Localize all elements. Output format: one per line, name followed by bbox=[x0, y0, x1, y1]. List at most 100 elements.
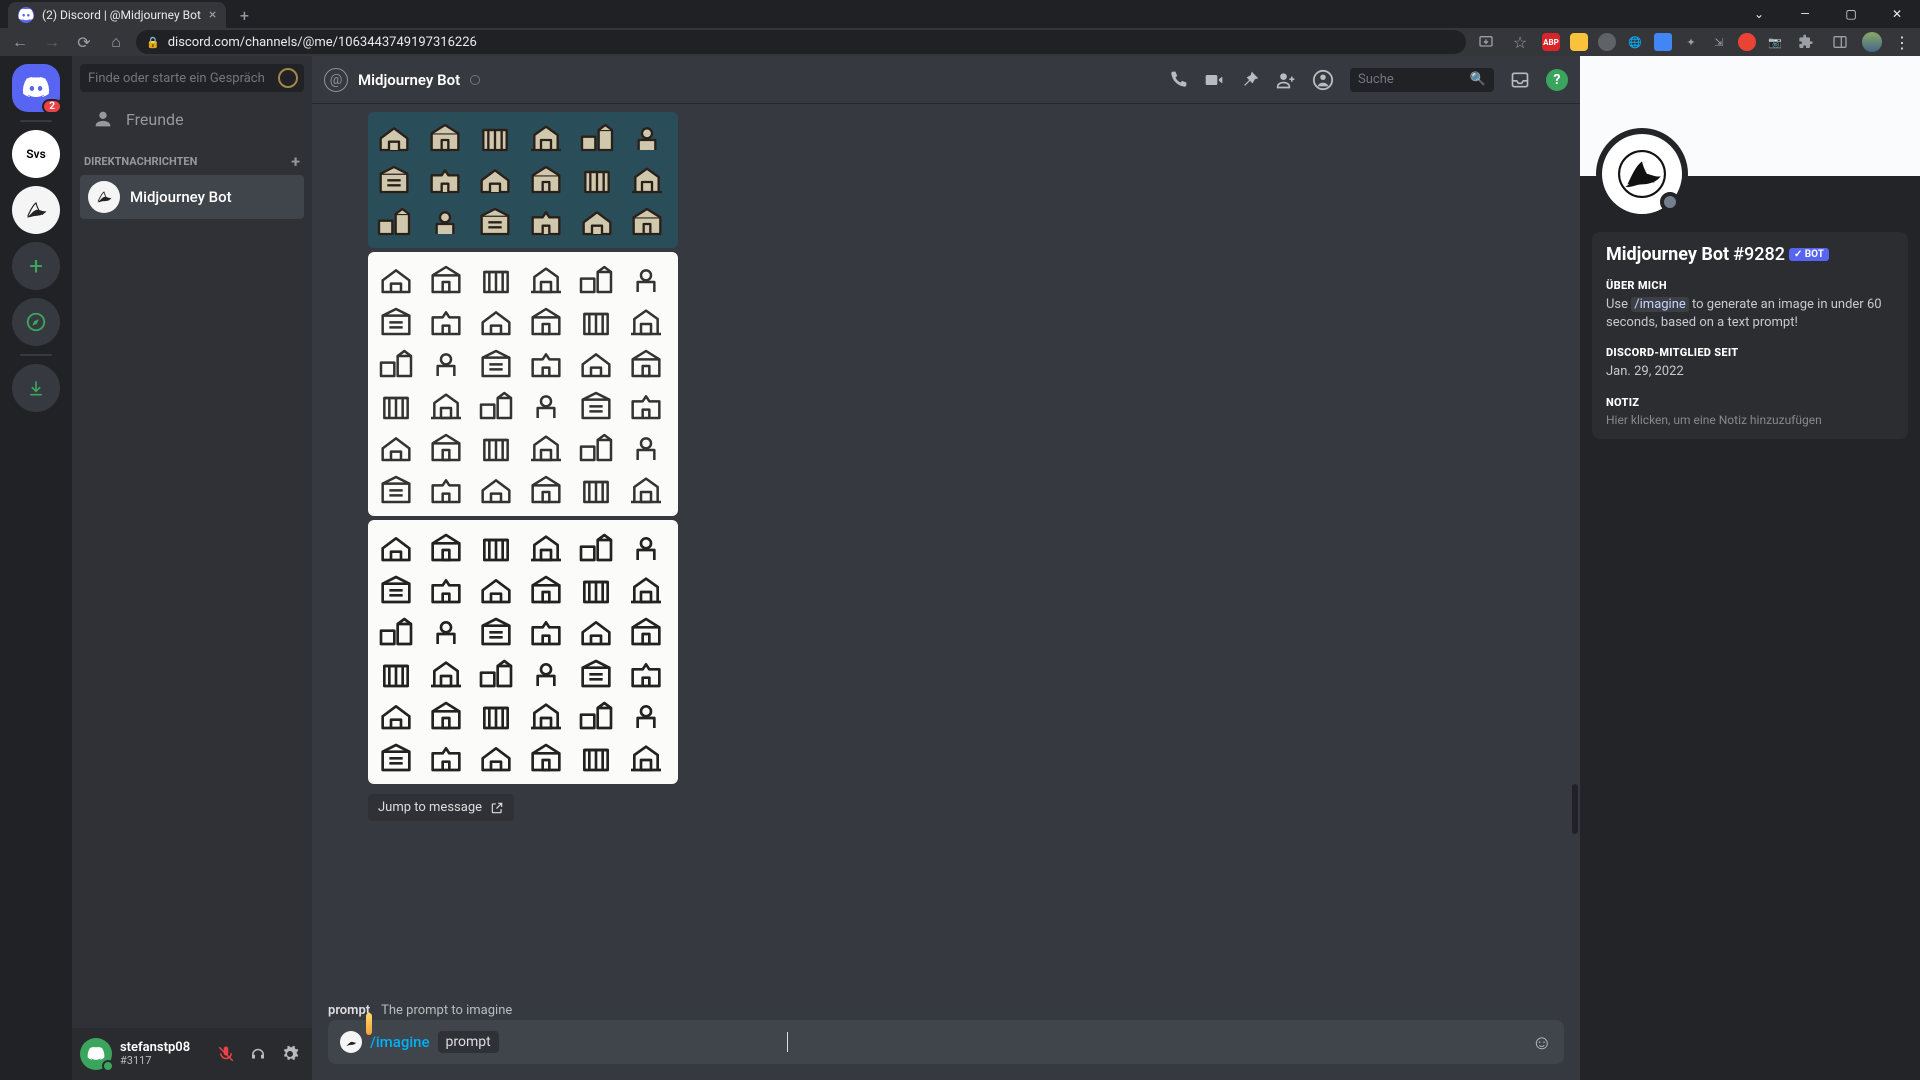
deafen-button[interactable] bbox=[244, 1040, 272, 1068]
explore-servers-button[interactable] bbox=[12, 298, 60, 346]
building-icon bbox=[576, 698, 616, 732]
building-icon bbox=[526, 530, 566, 564]
building-icon bbox=[376, 472, 416, 506]
globe-extension-icon[interactable]: 🌐 bbox=[1626, 33, 1644, 51]
guild-svs[interactable]: Svs bbox=[12, 130, 60, 178]
building-icon bbox=[626, 698, 666, 732]
messages-scroller[interactable]: /* placeholder row — cells generated bel… bbox=[312, 104, 1580, 997]
search-placeholder: Suche bbox=[1358, 72, 1394, 87]
side-panel-icon[interactable] bbox=[1828, 30, 1852, 54]
window-maximize-button[interactable]: ▢ bbox=[1828, 0, 1874, 28]
building-icon bbox=[627, 120, 667, 154]
url-text: discord.com/channels/@me/106344374919731… bbox=[168, 35, 477, 50]
profile-avatar[interactable] bbox=[1862, 32, 1882, 52]
profile-discriminator: #9282 bbox=[1733, 244, 1785, 265]
building-icon bbox=[526, 304, 566, 338]
generated-image-3[interactable] bbox=[368, 520, 678, 784]
mute-mic-button[interactable] bbox=[212, 1040, 240, 1068]
dm-item-midjourney[interactable]: Midjourney Bot bbox=[80, 175, 304, 219]
building-icon bbox=[626, 346, 666, 380]
hint-desc: The prompt to imagine bbox=[381, 1003, 512, 1018]
nav-back-button[interactable]: ← bbox=[8, 30, 32, 54]
extension-icon[interactable]: ⇲ bbox=[1710, 33, 1728, 51]
user-settings-button[interactable] bbox=[276, 1040, 304, 1068]
building-icon bbox=[476, 472, 516, 506]
inbox-button[interactable] bbox=[1510, 70, 1530, 90]
start-voice-call-button[interactable] bbox=[1168, 70, 1188, 90]
building-icon bbox=[626, 572, 666, 606]
building-icon bbox=[576, 388, 616, 422]
bookmark-star-icon[interactable]: ☆ bbox=[1508, 30, 1532, 54]
guild-sidebar: 2 Svs + bbox=[0, 56, 72, 1080]
nav-forward-button[interactable]: → bbox=[40, 30, 64, 54]
user-info[interactable]: stefanstp08 #3117 bbox=[120, 1041, 190, 1067]
message-composer[interactable]: /imagine prompt ☺ bbox=[328, 1020, 1564, 1064]
building-icon bbox=[476, 656, 516, 690]
new-tab-button[interactable]: + bbox=[230, 2, 258, 28]
tab-close-icon[interactable]: × bbox=[209, 7, 216, 23]
window-close-button[interactable]: ✕ bbox=[1874, 0, 1920, 28]
bot-badge: ✓ BOT bbox=[1789, 248, 1829, 261]
building-icon bbox=[476, 740, 516, 774]
extension-icon[interactable] bbox=[1598, 33, 1616, 51]
start-video-call-button[interactable] bbox=[1204, 70, 1224, 90]
pinned-messages-button[interactable] bbox=[1240, 70, 1260, 90]
building-icon bbox=[374, 162, 414, 196]
slash-command: /imagine bbox=[370, 1033, 430, 1051]
extension-icon[interactable]: ✦ bbox=[1682, 33, 1700, 51]
window-minimize-button[interactable]: — bbox=[1782, 0, 1828, 28]
add-friends-button[interactable] bbox=[1276, 70, 1296, 90]
install-app-icon[interactable] bbox=[1474, 30, 1498, 54]
scrollbar-thumb[interactable] bbox=[1572, 784, 1578, 834]
building-icon bbox=[576, 656, 616, 690]
chrome-dropdown-icon[interactable]: ⌄ bbox=[1736, 0, 1782, 28]
chat-title[interactable]: Midjourney Bot bbox=[358, 71, 460, 89]
download-apps-button[interactable] bbox=[12, 364, 60, 412]
create-dm-button[interactable]: + bbox=[291, 152, 300, 171]
nav-reload-button[interactable]: ⟳ bbox=[72, 30, 96, 54]
generated-image-2[interactable] bbox=[368, 252, 678, 516]
building-icon bbox=[626, 656, 666, 690]
browser-tab[interactable]: (2) Discord | @Midjourney Bot × bbox=[8, 2, 226, 28]
extension-icon[interactable] bbox=[1738, 33, 1756, 51]
building-icon bbox=[526, 430, 566, 464]
quick-switcher-input[interactable]: Finde oder starte ein Gespräch bbox=[80, 64, 304, 92]
extension-icon[interactable]: 📷 bbox=[1766, 33, 1784, 51]
building-icon bbox=[376, 614, 416, 648]
emoji-picker-button[interactable]: ☺ bbox=[1532, 1030, 1552, 1055]
show-profile-button[interactable] bbox=[1312, 69, 1334, 91]
channel-search-input[interactable]: Suche 🔍 bbox=[1350, 68, 1494, 92]
building-icon bbox=[476, 304, 516, 338]
add-server-button[interactable]: + bbox=[12, 242, 60, 290]
building-icon bbox=[576, 472, 616, 506]
building-icon bbox=[475, 204, 515, 238]
note-input[interactable]: Hier klicken, um eine Notiz hinzuzufügen bbox=[1606, 413, 1894, 427]
building-icon bbox=[576, 530, 616, 564]
nav-home-button[interactable]: ⌂ bbox=[104, 30, 128, 54]
extension-icon[interactable] bbox=[1570, 33, 1588, 51]
guild-midjourney[interactable] bbox=[12, 186, 60, 234]
self-avatar[interactable] bbox=[80, 1038, 112, 1070]
generated-image-1[interactable]: /* placeholder row — cells generated bel… bbox=[368, 112, 678, 248]
building-icon bbox=[426, 304, 466, 338]
friends-tab[interactable]: Freunde bbox=[80, 100, 304, 138]
building-icon bbox=[576, 572, 616, 606]
building-icon bbox=[476, 430, 516, 464]
building-icon bbox=[425, 204, 465, 238]
building-icon bbox=[526, 740, 566, 774]
extension-icon[interactable] bbox=[1654, 33, 1672, 51]
building-icon bbox=[626, 430, 666, 464]
home-button[interactable]: 2 bbox=[12, 64, 60, 112]
about-heading: ÜBER MICH bbox=[1606, 279, 1894, 292]
chrome-menu-button[interactable]: ⋮ bbox=[1892, 33, 1912, 52]
friends-label: Freunde bbox=[126, 110, 184, 129]
adblock-extension-icon[interactable]: ABP bbox=[1542, 33, 1560, 51]
jump-to-message-button[interactable]: Jump to message bbox=[368, 794, 514, 821]
address-bar[interactable]: 🔒 discord.com/channels/@me/1063443749197… bbox=[136, 30, 1466, 54]
profile-avatar[interactable] bbox=[1602, 134, 1682, 214]
extensions-puzzle-icon[interactable] bbox=[1794, 30, 1818, 54]
dm-item-label: Midjourney Bot bbox=[130, 188, 232, 206]
help-button[interactable]: ? bbox=[1546, 69, 1568, 91]
building-icon bbox=[476, 698, 516, 732]
building-icon bbox=[576, 304, 616, 338]
